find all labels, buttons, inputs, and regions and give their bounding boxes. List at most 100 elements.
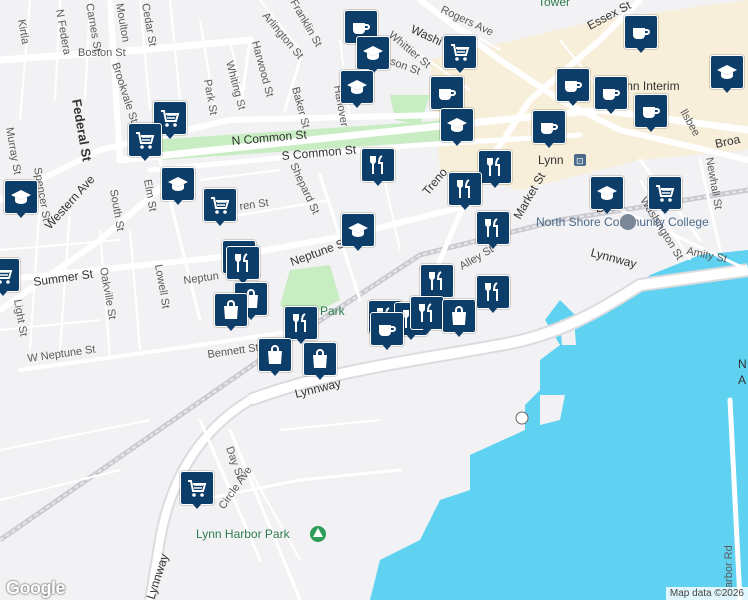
coffee-icon <box>633 28 650 39</box>
place-label-letter-n: N <box>738 357 747 371</box>
school-icon <box>347 80 367 94</box>
restaurant-icon <box>485 218 498 237</box>
bag-marker[interactable] <box>303 342 337 382</box>
school-marker[interactable] <box>4 180 38 220</box>
coffee-marker[interactable] <box>634 94 668 134</box>
street-label-rogers-ave: Rogers Ave <box>439 4 495 39</box>
restaurant-icon <box>370 155 383 174</box>
place-label-letter-a: A <box>738 373 746 387</box>
marina-icon <box>515 411 529 425</box>
coffee-marker[interactable] <box>594 76 628 116</box>
map-canvas[interactable]: Boston St Federal St Western Ave Spencer… <box>0 0 748 600</box>
college-icon <box>620 214 636 230</box>
cart-marker[interactable] <box>443 35 477 75</box>
bag-marker[interactable] <box>214 293 248 333</box>
school-marker[interactable] <box>340 70 374 110</box>
street-label-warren-st: ren St <box>239 197 270 213</box>
bag-marker[interactable] <box>442 299 476 339</box>
cart-marker[interactable] <box>180 471 214 511</box>
school-marker[interactable] <box>161 167 195 207</box>
bag-icon <box>313 349 327 368</box>
street-label-lynnway-2: Lynnway <box>589 245 638 271</box>
school-marker[interactable] <box>341 213 375 253</box>
street-label-n-federal: N Federa <box>53 8 73 56</box>
school-marker[interactable] <box>710 55 744 95</box>
street-label-oakville-st: Oakville St <box>97 266 118 320</box>
street-label-park-st: Park St <box>201 78 219 116</box>
restaurant-marker[interactable] <box>361 148 395 188</box>
street-label-summer-st: Summer St <box>32 267 94 289</box>
restaurant-marker[interactable] <box>226 246 260 286</box>
restaurant-icon <box>457 179 470 198</box>
cart-icon <box>211 197 230 214</box>
restaurant-marker[interactable] <box>478 150 512 190</box>
restaurant-marker[interactable] <box>476 275 510 315</box>
street-label-amity-st: Amity St <box>685 245 728 265</box>
coffee-icon <box>541 123 558 134</box>
cart-marker[interactable] <box>0 258 20 298</box>
street-label-trenton: Treno <box>420 165 451 198</box>
street-label-w-neptune-st: W Neptune St <box>27 344 96 365</box>
street-label-murray-st: Murray St <box>3 126 23 175</box>
place-label-lynn-harbor-park: Lynn Harbor Park <box>196 527 291 541</box>
coffee-icon <box>439 89 456 100</box>
bag-icon <box>268 345 282 364</box>
street-label-harwood-st: Harwood St <box>249 40 275 99</box>
street-label-kirtland: Kirtla <box>15 18 31 46</box>
street-label-federal-st: Federal St <box>69 98 95 163</box>
restaurant-icon <box>235 253 248 272</box>
restaurant-marker[interactable] <box>410 296 444 336</box>
street-label-brookvale-st: Brookvale St <box>109 61 140 124</box>
place-label-lynn-station: Lynn <box>538 153 564 167</box>
cart-icon <box>188 480 207 497</box>
street-label-washing: Washi <box>409 22 445 49</box>
cart-marker[interactable] <box>203 188 237 228</box>
coffee-icon <box>379 325 396 336</box>
restaurant-icon <box>429 271 442 290</box>
street-label-western-ave: Western Ave <box>42 172 98 232</box>
school-marker[interactable] <box>590 176 624 216</box>
school-icon <box>717 65 737 79</box>
street-label-carnes-st: Carnes St <box>83 2 103 52</box>
street-label-cedar-st: Cedar St <box>139 2 158 47</box>
coffee-marker[interactable] <box>556 68 590 108</box>
school-marker[interactable] <box>440 108 474 148</box>
bag-marker[interactable] <box>258 338 292 378</box>
street-label-bennett-st: Bennett St <box>207 342 260 361</box>
street-label-moulton: Moulton <box>113 2 132 43</box>
google-logo[interactable]: Google <box>6 578 66 599</box>
street-label-ellsbee: llsbee <box>677 108 702 139</box>
cart-icon <box>0 270 13 284</box>
cart-marker[interactable] <box>128 123 162 163</box>
school-icon <box>168 177 188 191</box>
street-label-lynnway-3: Lynnway <box>144 552 172 600</box>
coffee-marker[interactable] <box>624 15 658 55</box>
cart-icon <box>656 185 675 202</box>
restaurant-icon <box>419 303 432 322</box>
street-label-shepard-st: Shepard St <box>287 161 321 216</box>
bag-icon <box>224 300 238 319</box>
cart-marker[interactable] <box>648 176 682 216</box>
street-label-s-common-st: S Common St <box>281 142 357 163</box>
cart-icon <box>451 44 470 61</box>
coffee-marker[interactable] <box>532 110 566 150</box>
restaurant-marker[interactable] <box>448 172 482 212</box>
street-label-n-common-st: N Common St <box>231 127 308 148</box>
restaurant-icon <box>487 157 500 176</box>
school-icon <box>11 190 31 204</box>
street-label-south-st: South St <box>107 188 126 232</box>
map-attribution[interactable]: Map data ©2026 <box>665 587 748 600</box>
street-label-neptune-st-2: Neptun <box>183 270 220 287</box>
restaurant-marker[interactable] <box>476 211 510 251</box>
place-label-mcmahon-park: Park <box>320 304 346 318</box>
coffee-marker[interactable] <box>370 312 404 352</box>
street-label-broad-st: Broa <box>714 132 742 151</box>
school-icon <box>447 118 467 132</box>
street-label-lowell-st: Lowell St <box>152 263 172 309</box>
street-label-light-st: Light St <box>11 298 29 337</box>
street-label-elm-st: Elm St <box>141 178 158 212</box>
street-label-baker-st: Baker St <box>289 86 312 130</box>
svg-text:⊡: ⊡ <box>576 156 584 166</box>
bag-icon <box>452 306 466 325</box>
restaurant-icon <box>485 282 498 301</box>
